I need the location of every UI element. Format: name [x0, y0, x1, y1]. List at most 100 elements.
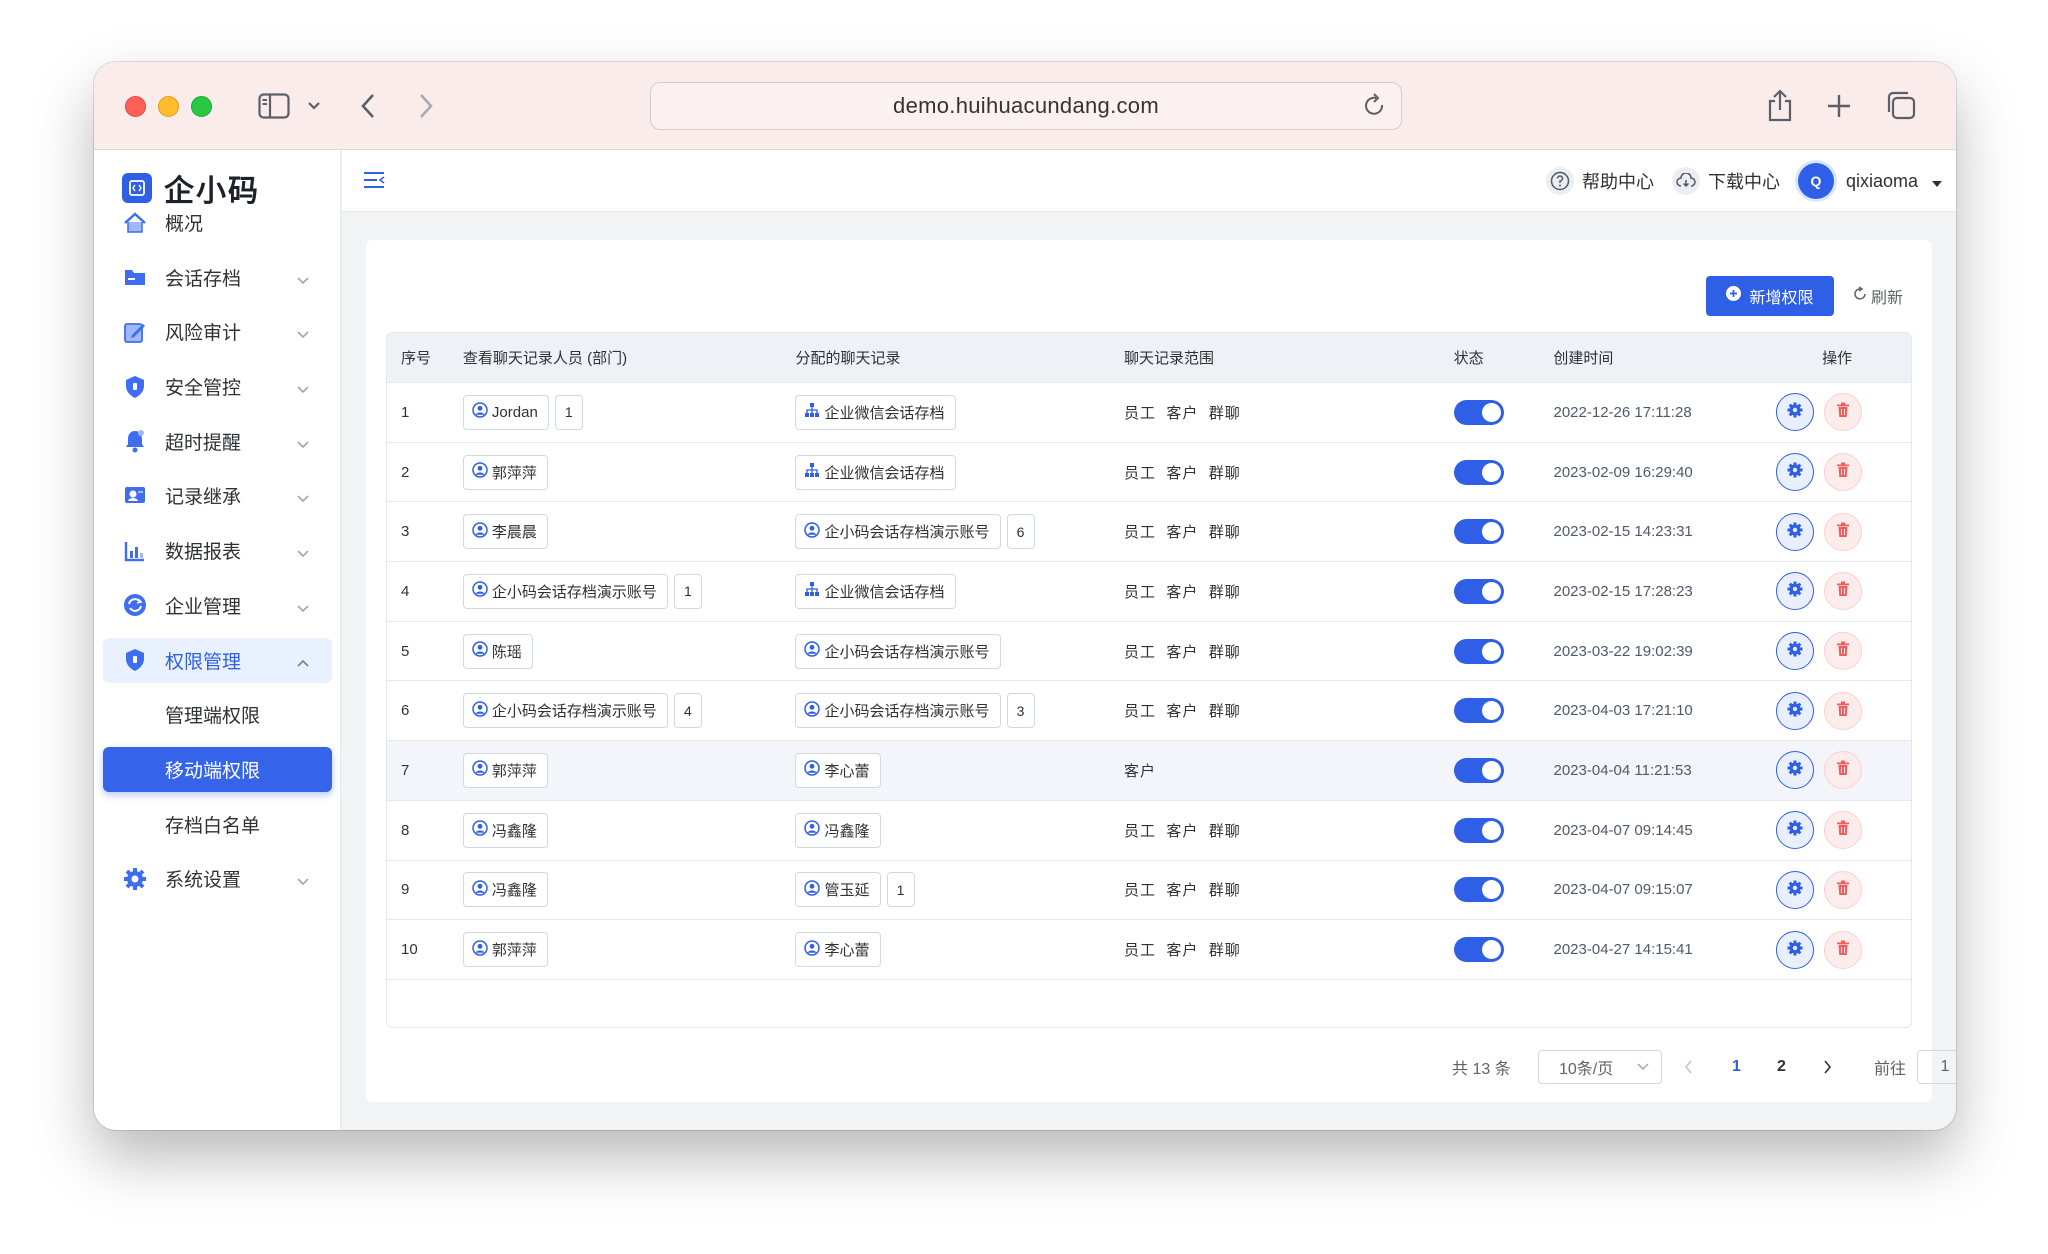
delete-button[interactable] [1824, 453, 1863, 492]
close-window-button[interactable] [125, 96, 146, 117]
delete-button[interactable] [1824, 691, 1863, 730]
sidebar-item-risk-audit[interactable]: 风险审计 [103, 309, 332, 354]
count-badge[interactable]: 1 [673, 573, 702, 609]
status-toggle[interactable] [1453, 578, 1504, 604]
assigned-tag[interactable]: 企业微信会话存档 [795, 573, 956, 609]
settings-button[interactable] [1776, 453, 1815, 492]
page-number[interactable]: 2 [1777, 1050, 1786, 1084]
page-number[interactable]: 1 [1732, 1050, 1741, 1084]
range-cell: 员工 客户 群聊 [1124, 524, 1241, 542]
column-header: 查看聊天记录人员 (部门) [462, 350, 628, 367]
viewer-tag[interactable]: Jordan [462, 394, 549, 430]
chevron-down-icon[interactable] [304, 88, 324, 124]
settings-button[interactable] [1776, 632, 1815, 671]
status-toggle[interactable] [1453, 877, 1504, 903]
minimize-window-button[interactable] [158, 96, 179, 117]
collapse-menu-icon[interactable] [362, 170, 386, 195]
delete-button[interactable] [1824, 512, 1863, 551]
refresh-button[interactable]: 刷新 [1852, 284, 1903, 308]
sidebar-item-data-report[interactable]: 数据报表 [103, 528, 332, 573]
tab-overview-icon[interactable] [1884, 88, 1918, 124]
delete-button[interactable] [1824, 751, 1863, 790]
back-icon[interactable] [356, 88, 380, 124]
status-toggle[interactable] [1453, 459, 1504, 485]
viewer-tag[interactable]: 郭萍萍 [462, 932, 548, 968]
status-toggle[interactable] [1453, 817, 1504, 843]
settings-button[interactable] [1776, 870, 1815, 909]
sidebar-item-overview[interactable]: 概况 [103, 200, 332, 245]
trash-icon [1836, 402, 1850, 422]
sidebar-item-enterprise[interactable]: 企业管理 [103, 583, 332, 628]
assigned-tag[interactable]: 企小码会话存档演示账号 [795, 514, 1001, 550]
prev-page-icon[interactable] [1684, 1050, 1693, 1084]
cloud-download-icon [1671, 167, 1700, 195]
assigned-tag[interactable]: 李心蕾 [795, 932, 881, 968]
viewer-cell: 郭萍萍 [462, 752, 796, 788]
viewer-tag[interactable]: 郭萍萍 [462, 454, 548, 490]
delete-button[interactable] [1824, 930, 1863, 969]
settings-button[interactable] [1776, 512, 1815, 551]
viewer-tag[interactable]: 郭萍萍 [462, 752, 548, 788]
help-center-link[interactable]: 帮助中心 [1545, 167, 1654, 195]
zoom-window-button[interactable] [191, 96, 212, 117]
settings-button[interactable] [1776, 811, 1815, 850]
sidebar-item-timeout-reminder[interactable]: 超时提醒 [103, 419, 332, 464]
assigned-tag[interactable]: 企小码会话存档演示账号 [795, 693, 1001, 729]
viewer-tag[interactable]: 企小码会话存档演示账号 [462, 693, 668, 729]
status-toggle[interactable] [1453, 399, 1504, 425]
assigned-tag[interactable]: 企小码会话存档演示账号 [795, 633, 1001, 669]
sidebar-item-security[interactable]: 安全管控 [103, 364, 332, 409]
status-toggle[interactable] [1453, 519, 1504, 545]
count-badge[interactable]: 1 [886, 872, 915, 908]
next-page-icon[interactable] [1823, 1050, 1832, 1084]
sidebar-item-record-inherit[interactable]: 记录继承 [103, 473, 332, 518]
count-badge[interactable]: 3 [1006, 693, 1035, 729]
delete-button[interactable] [1824, 393, 1863, 432]
settings-button[interactable] [1776, 751, 1815, 790]
count-badge[interactable]: 6 [1006, 514, 1035, 550]
viewer-tag[interactable]: 李晨晨 [462, 514, 548, 550]
status-toggle[interactable] [1453, 638, 1504, 664]
sidebar-subitem-mobile-permission[interactable]: 移动端权限 [103, 746, 332, 792]
settings-button[interactable] [1776, 691, 1815, 730]
forward-icon[interactable] [414, 88, 438, 124]
assigned-tag[interactable]: 管玉延 [795, 872, 881, 908]
assigned-tag[interactable]: 冯鑫隆 [795, 812, 881, 848]
download-center-link[interactable]: 下载中心 [1671, 167, 1780, 195]
page-size-select[interactable]: 10条/页 [1538, 1050, 1662, 1084]
address-bar[interactable]: demo.huihuacundang.com [650, 82, 1402, 130]
new-tab-icon[interactable] [1824, 88, 1854, 124]
assigned-tag[interactable]: 企业微信会话存档 [795, 454, 956, 490]
status-toggle[interactable] [1453, 698, 1504, 724]
viewer-tag[interactable]: 企小码会话存档演示账号 [462, 573, 668, 609]
sidebar-item-session-archive[interactable]: 会话存档 [103, 255, 332, 300]
share-icon[interactable] [1764, 88, 1796, 124]
sidebar-item-permission[interactable]: 权限管理 [103, 637, 332, 683]
user-menu[interactable]: Q qixiaoma [1797, 163, 1942, 199]
assigned-name: 李心蕾 [824, 942, 870, 960]
add-permission-button[interactable]: 新增权限 [1706, 276, 1834, 316]
goto-page-input[interactable]: 1 [1917, 1050, 1956, 1084]
viewer-tag[interactable]: 冯鑫隆 [462, 872, 548, 908]
delete-button[interactable] [1824, 632, 1863, 671]
count-badge[interactable]: 4 [673, 693, 702, 729]
settings-button[interactable] [1776, 572, 1815, 611]
settings-button[interactable] [1776, 393, 1815, 432]
assigned-tag[interactable]: 企业微信会话存档 [795, 394, 956, 430]
inherit-icon [123, 484, 147, 508]
sidebar-subitem-admin-permission[interactable]: 管理端权限 [103, 692, 332, 737]
sidebar-toggle-icon[interactable] [254, 88, 294, 124]
viewer-tag[interactable]: 陈瑶 [462, 633, 533, 669]
delete-button[interactable] [1824, 870, 1863, 909]
delete-button[interactable] [1824, 811, 1863, 850]
assigned-tag[interactable]: 李心蕾 [795, 752, 881, 788]
reload-icon[interactable] [1363, 93, 1387, 125]
delete-button[interactable] [1824, 572, 1863, 611]
settings-button[interactable] [1776, 930, 1815, 969]
sidebar-subitem-archive-whitelist[interactable]: 存档白名单 [103, 802, 332, 847]
viewer-tag[interactable]: 冯鑫隆 [462, 812, 548, 848]
status-toggle[interactable] [1453, 757, 1504, 783]
status-toggle[interactable] [1453, 937, 1504, 963]
sidebar-item-system-settings[interactable]: 系统设置 [103, 856, 332, 901]
count-badge[interactable]: 1 [554, 394, 583, 430]
